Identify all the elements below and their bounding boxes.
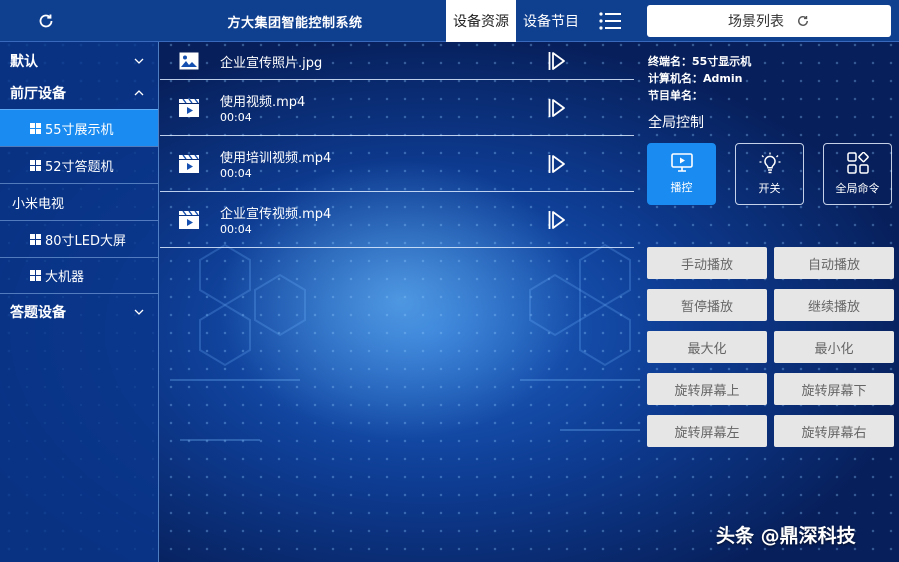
sidebar-item-label: 小米电视 bbox=[12, 196, 65, 212]
windows-icon bbox=[30, 233, 41, 245]
tab-device-resources[interactable]: 设备资源 bbox=[446, 0, 516, 42]
refresh-button[interactable] bbox=[36, 11, 56, 31]
scene-list-button[interactable]: 场景列表 bbox=[647, 5, 891, 37]
group-label: 默认 bbox=[10, 54, 38, 70]
sidebar-item-55-display[interactable]: 55寸展示机 bbox=[0, 109, 158, 146]
list-menu-icon bbox=[599, 12, 621, 30]
tab-device-programs[interactable]: 设备节目 bbox=[516, 0, 586, 42]
card-global-commands[interactable]: 全局命令 bbox=[823, 143, 892, 205]
group-label: 答题设备 bbox=[10, 305, 66, 321]
manual-play-button[interactable]: 手动播放 bbox=[647, 247, 767, 279]
list-item[interactable]: 使用培训视频.mp4 00:04 bbox=[160, 136, 634, 192]
sidebar-item-label: 55寸展示机 bbox=[45, 122, 114, 138]
group-quiz-devices[interactable]: 答题设备 bbox=[0, 296, 158, 328]
chevron-down-icon bbox=[134, 58, 144, 64]
terminal-name: 终端名：55寸显示机 bbox=[648, 55, 752, 68]
media-name: 企业宣传视频.mp4 bbox=[220, 207, 332, 222]
sidebar-item-big-machine[interactable]: 大机器 bbox=[0, 257, 158, 294]
sidebar-item-xiaomi-tv[interactable]: 小米电视 bbox=[0, 183, 158, 220]
group-lobby-devices[interactable]: 前厅设备 bbox=[0, 77, 158, 109]
image-icon bbox=[179, 52, 199, 70]
windows-icon bbox=[30, 270, 41, 281]
scene-list-label: 场景列表 bbox=[728, 14, 784, 30]
sidebar-item-label: 80寸LED大屏 bbox=[45, 233, 127, 249]
card-playback-control[interactable]: 播控 bbox=[647, 143, 716, 205]
resume-play-button[interactable]: 继续播放 bbox=[774, 289, 894, 321]
rotate-screen-up-button[interactable]: 旋转屏幕上 bbox=[647, 373, 767, 405]
top-bar: 方大集团智能控制系统 设备资源 设备节目 场景列表 bbox=[0, 0, 899, 42]
media-name: 企业宣传照片.jpg bbox=[220, 56, 323, 71]
media-duration: 00:04 bbox=[220, 167, 252, 180]
monitor-play-icon bbox=[670, 153, 693, 172]
card-label: 全局命令 bbox=[835, 182, 880, 195]
computer-name: 计算机名：Admin bbox=[648, 72, 743, 85]
card-label: 开关 bbox=[758, 182, 781, 195]
list-item[interactable]: 使用视频.mp4 00:04 bbox=[160, 80, 634, 136]
lightbulb-icon bbox=[759, 152, 780, 174]
play-icon[interactable] bbox=[548, 51, 566, 71]
media-name: 使用培训视频.mp4 bbox=[220, 151, 332, 166]
play-icon[interactable] bbox=[548, 98, 566, 118]
pause-play-button[interactable]: 暂停播放 bbox=[647, 289, 767, 321]
media-list: 企业宣传照片.jpg 使用视频.mp4 00:04 使用培训视频.mp4 00:… bbox=[160, 42, 634, 248]
play-icon[interactable] bbox=[548, 210, 566, 230]
sidebar-item-label: 52寸答题机 bbox=[45, 159, 114, 175]
sidebar-item-52-quiz[interactable]: 52寸答题机 bbox=[0, 146, 158, 183]
rotate-screen-down-button[interactable]: 旋转屏幕下 bbox=[774, 373, 894, 405]
rotate-screen-left-button[interactable]: 旋转屏幕左 bbox=[647, 415, 767, 447]
grid-shapes-icon bbox=[846, 152, 869, 174]
group-default[interactable]: 默认 bbox=[0, 45, 158, 77]
device-sidebar: 默认 前厅设备 55寸展示机 52寸答题机 小米电视 80寸LED大屏 大机器 … bbox=[0, 42, 159, 562]
windows-icon bbox=[30, 159, 41, 171]
card-power-switch[interactable]: 开关 bbox=[735, 143, 804, 205]
playlist-name: 节目单名： bbox=[648, 89, 703, 102]
refresh-icon bbox=[798, 15, 808, 26]
refresh-icon bbox=[39, 14, 53, 28]
media-duration: 00:04 bbox=[220, 111, 252, 124]
auto-play-button[interactable]: 自动播放 bbox=[774, 247, 894, 279]
global-control-title: 全局控制 bbox=[648, 115, 704, 131]
minimize-button[interactable]: 最小化 bbox=[774, 331, 894, 363]
sidebar-item-label: 大机器 bbox=[45, 270, 85, 285]
app-title: 方大集团智能控制系统 bbox=[227, 16, 363, 31]
list-item[interactable]: 企业宣传视频.mp4 00:04 bbox=[160, 192, 634, 248]
sidebar-item-80-led[interactable]: 80寸LED大屏 bbox=[0, 220, 158, 257]
chevron-down-icon bbox=[134, 309, 144, 315]
media-name: 使用视频.mp4 bbox=[220, 95, 306, 110]
rotate-screen-right-button[interactable]: 旋转屏幕右 bbox=[774, 415, 894, 447]
card-label: 播控 bbox=[670, 181, 693, 194]
watermark-text: 头条 @鼎深科技 bbox=[716, 525, 856, 547]
group-label: 前厅设备 bbox=[10, 86, 66, 102]
video-clapper-icon bbox=[179, 211, 199, 229]
video-clapper-icon bbox=[179, 155, 199, 173]
list-item[interactable]: 企业宣传照片.jpg bbox=[160, 42, 634, 80]
play-icon[interactable] bbox=[548, 154, 566, 174]
media-duration: 00:04 bbox=[220, 223, 252, 236]
chevron-up-icon bbox=[134, 90, 144, 96]
video-clapper-icon bbox=[179, 99, 199, 117]
menu-button[interactable] bbox=[598, 11, 622, 31]
maximize-button[interactable]: 最大化 bbox=[647, 331, 767, 363]
windows-icon bbox=[30, 122, 41, 134]
